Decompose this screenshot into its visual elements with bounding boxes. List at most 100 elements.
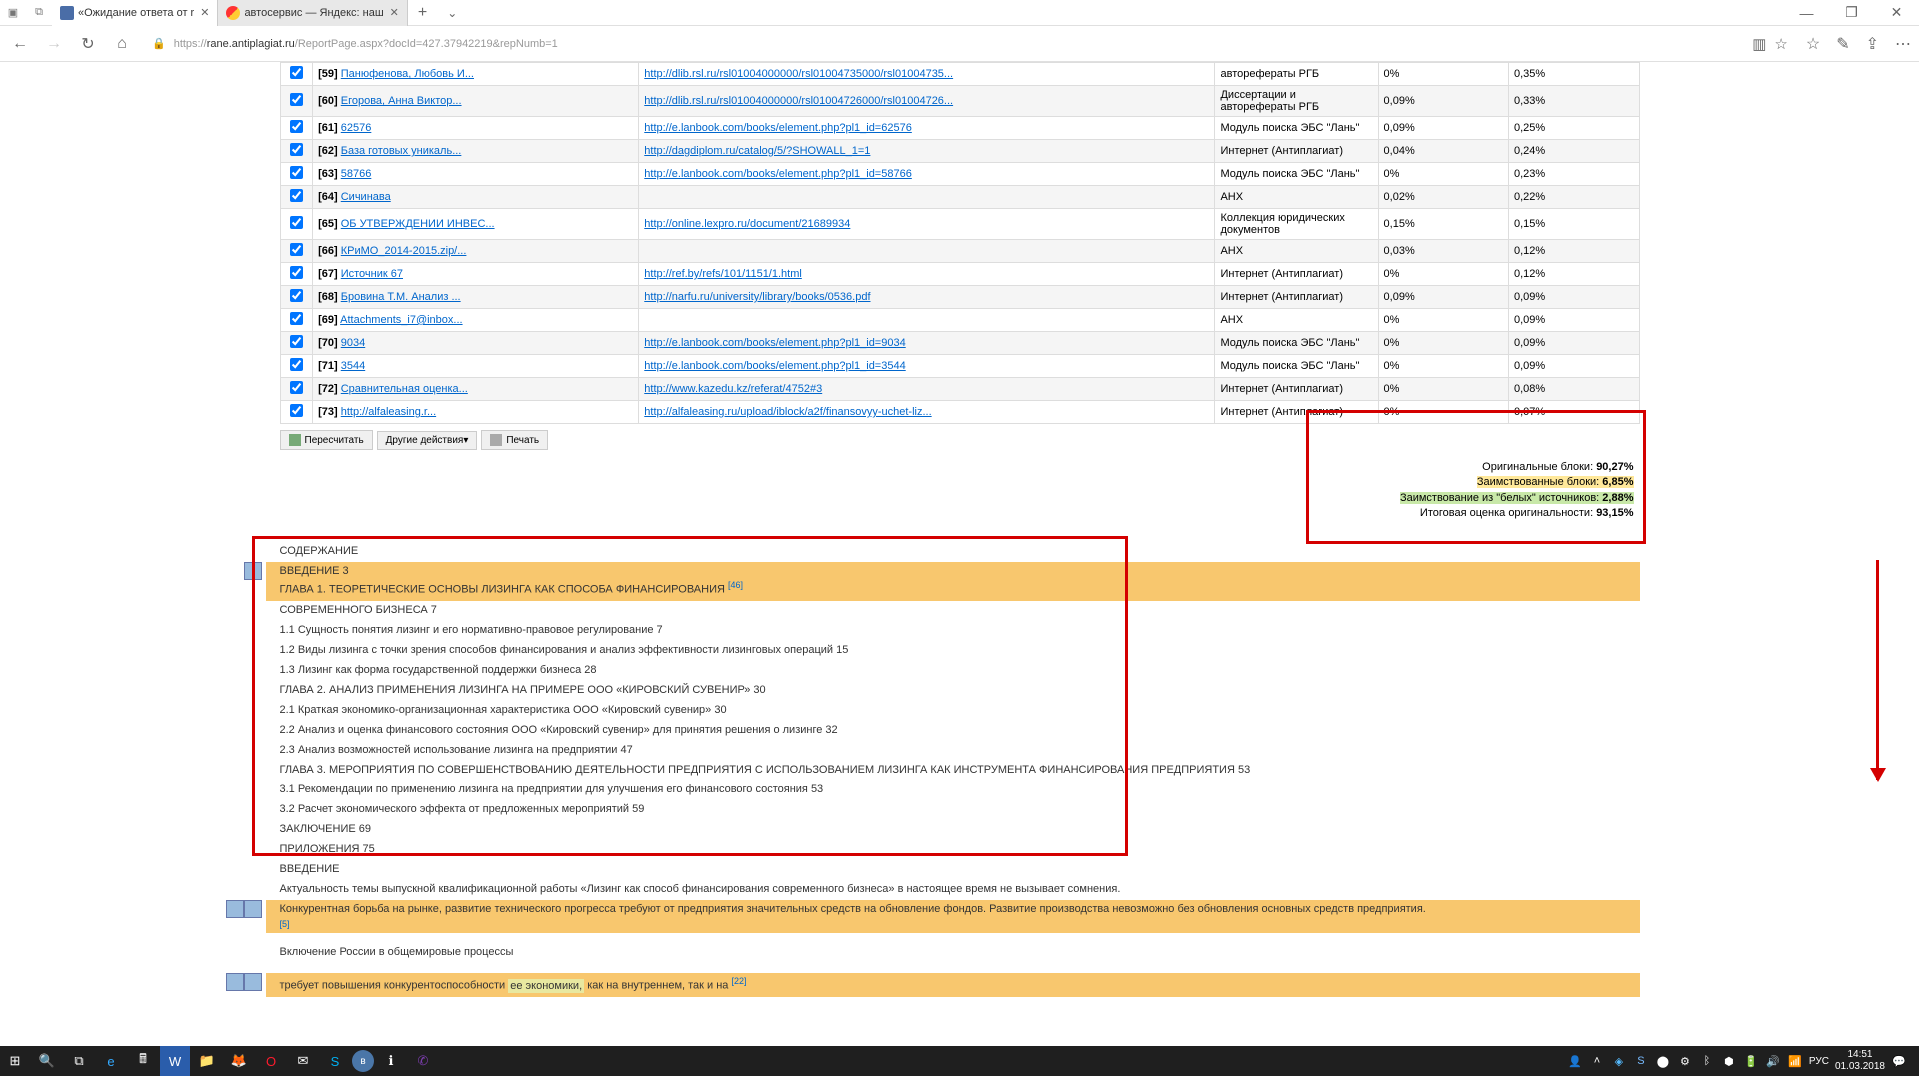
source-name-link[interactable]: КРиМО_2014-2015.zip/... (341, 245, 467, 257)
source-url-link[interactable]: http://online.lexpro.ru/document/2168993… (644, 218, 850, 230)
language-indicator[interactable]: РУС (1809, 1056, 1829, 1067)
tray-icon[interactable]: ◈ (1611, 1053, 1627, 1069)
source-url-link[interactable]: http://www.kazedu.kz/referat/4752#3 (644, 383, 822, 395)
source-checkbox[interactable] (290, 266, 303, 279)
browser-tab-2[interactable]: автосервис — Яндекс: наш ✕ (218, 0, 407, 26)
source-ref[interactable]: [22] (731, 976, 746, 986)
print-button[interactable]: Печать (481, 430, 548, 450)
source-url-link[interactable]: http://e.lanbook.com/books/element.php?p… (644, 360, 905, 372)
maximize-button[interactable]: ❐ (1829, 0, 1874, 26)
task-view-icon[interactable]: ⧉ (64, 1046, 94, 1076)
source-checkbox[interactable] (290, 93, 303, 106)
source-name-link[interactable]: Attachments_i7@inbox... (340, 314, 462, 326)
opera-icon[interactable]: O (256, 1046, 286, 1076)
source-name-link[interactable]: Панюфенова, Любовь И... (341, 68, 474, 80)
start-button[interactable]: ⊞ (0, 1046, 30, 1076)
explorer-icon[interactable]: 📁 (192, 1046, 222, 1076)
other-actions-button[interactable]: Другие действия▾ (377, 431, 478, 450)
favorite-icon[interactable]: ☆ (1774, 35, 1787, 53)
close-window-button[interactable]: ✕ (1874, 0, 1919, 26)
source-db: Диссертации и авторефераты РГБ (1215, 86, 1378, 117)
doc-line: 1.1 Сущность понятия лизинг и его нормат… (280, 621, 1640, 641)
bluetooth-icon[interactable]: ᛒ (1699, 1053, 1715, 1069)
info-icon[interactable]: ℹ (376, 1046, 406, 1076)
tray-icon[interactable]: S (1633, 1053, 1649, 1069)
source-url-link[interactable]: http://e.lanbook.com/books/element.php?p… (644, 168, 912, 180)
notes-icon[interactable]: ✎ (1836, 34, 1849, 54)
source-checkbox[interactable] (290, 404, 303, 417)
minimize-button[interactable]: — (1784, 0, 1829, 26)
source-checkbox[interactable] (290, 189, 303, 202)
url-field[interactable]: 🔒 https://rane.antiplagiat.ru/ReportPage… (144, 31, 1796, 57)
back-button[interactable]: ← (8, 35, 32, 53)
source-name-link[interactable]: 62576 (341, 122, 372, 134)
word-icon[interactable]: W (160, 1046, 190, 1076)
source-url-link[interactable]: http://narfu.ru/university/library/books… (644, 291, 870, 303)
calculator-icon[interactable]: 🖩 (128, 1046, 158, 1076)
source-url-link[interactable]: http://dlib.rsl.ru/rsl01004000000/rsl010… (644, 95, 953, 107)
tray-icon[interactable]: ⚙ (1677, 1053, 1693, 1069)
mail-icon[interactable]: ✉ (288, 1046, 318, 1076)
source-url-link[interactable]: http://ref.by/refs/101/1151/1.html (644, 268, 802, 280)
source-checkbox[interactable] (290, 166, 303, 179)
tray-icon[interactable]: ⬤ (1655, 1053, 1671, 1069)
tab-aside-icon[interactable]: ⧉ (26, 0, 52, 26)
tab-menu-chevron-icon[interactable]: ⌄ (437, 6, 467, 20)
more-icon[interactable]: ⋯ (1895, 34, 1911, 54)
source-name-link[interactable]: Сравнительная оценка... (341, 383, 468, 395)
share-icon[interactable]: ⇪ (1866, 34, 1879, 54)
source-ref[interactable]: [46] (728, 580, 743, 590)
source-checkbox[interactable] (290, 358, 303, 371)
source-checkbox[interactable] (290, 312, 303, 325)
source-checkbox[interactable] (290, 243, 303, 256)
source-checkbox[interactable] (290, 66, 303, 79)
source-url-link[interactable]: http://e.lanbook.com/books/element.php?p… (644, 337, 905, 349)
source-name-link[interactable]: 58766 (341, 168, 372, 180)
source-name-link[interactable]: 9034 (341, 337, 365, 349)
doc-line: ГЛАВА 3. МЕРОПРИЯТИЯ ПО СОВЕРШЕНСТВОВАНИ… (280, 761, 1640, 781)
people-icon[interactable]: 👤 (1567, 1053, 1583, 1069)
tray-icon[interactable]: ⬢ (1721, 1053, 1737, 1069)
source-checkbox[interactable] (290, 381, 303, 394)
source-ref[interactable]: [5] (280, 918, 1636, 931)
source-name-link[interactable]: 3544 (341, 360, 365, 372)
source-url-link[interactable]: http://dagdiplom.ru/catalog/5/?SHOWALL_1… (644, 145, 870, 157)
skype-icon[interactable]: S (320, 1046, 350, 1076)
source-url-link[interactable]: http://dlib.rsl.ru/rsl01004000000/rsl010… (644, 68, 953, 80)
search-icon[interactable]: 🔍 (32, 1046, 62, 1076)
new-tab-button[interactable]: + (408, 4, 437, 22)
source-url-link[interactable]: http://alfaleasing.ru/upload/iblock/a2f/… (644, 406, 931, 418)
source-name-link[interactable]: Сичинава (341, 191, 391, 203)
tray-chevron-icon[interactable]: ˄ (1589, 1053, 1605, 1069)
source-checkbox[interactable] (290, 335, 303, 348)
refresh-button[interactable]: ↻ (76, 34, 100, 54)
source-name-link[interactable]: http://alfaleasing.r... (341, 406, 436, 418)
edge-icon[interactable]: e (96, 1046, 126, 1076)
vk-icon[interactable]: в (352, 1050, 374, 1072)
wifi-icon[interactable]: 📶 (1787, 1053, 1803, 1069)
home-button[interactable]: ⌂ (110, 35, 134, 53)
source-name-link[interactable]: Егорова, Анна Виктор... (341, 95, 462, 107)
source-checkbox[interactable] (290, 216, 303, 229)
source-name-link[interactable]: ОБ УТВЕРЖДЕНИИ ИНВЕС... (341, 218, 495, 230)
reading-view-icon[interactable]: ▥ (1752, 35, 1766, 53)
source-name-link[interactable]: База готовых уникаль... (341, 145, 462, 157)
recalculate-button[interactable]: Пересчитать (280, 430, 373, 450)
tab-actions-icon[interactable]: ▣ (0, 0, 26, 26)
firefox-icon[interactable]: 🦊 (224, 1046, 254, 1076)
browser-tab-1[interactable]: «Ожидание ответа от r ✕ (52, 0, 218, 26)
clock[interactable]: 14:51 01.03.2018 (1835, 1049, 1885, 1073)
source-checkbox[interactable] (290, 143, 303, 156)
viber-icon[interactable]: ✆ (408, 1046, 438, 1076)
source-checkbox[interactable] (290, 289, 303, 302)
battery-icon[interactable]: 🔋 (1743, 1053, 1759, 1069)
source-url-link[interactable]: http://e.lanbook.com/books/element.php?p… (644, 122, 912, 134)
notifications-icon[interactable]: 💬 (1891, 1053, 1907, 1069)
close-tab-icon[interactable]: ✕ (200, 6, 209, 19)
close-tab-icon[interactable]: ✕ (390, 6, 399, 19)
source-name-link[interactable]: Источник 67 (341, 268, 403, 280)
source-checkbox[interactable] (290, 120, 303, 133)
source-name-link[interactable]: Бровина Т.М. Анализ ... (341, 291, 461, 303)
favorites-icon[interactable]: ☆ (1806, 34, 1820, 54)
volume-icon[interactable]: 🔊 (1765, 1053, 1781, 1069)
